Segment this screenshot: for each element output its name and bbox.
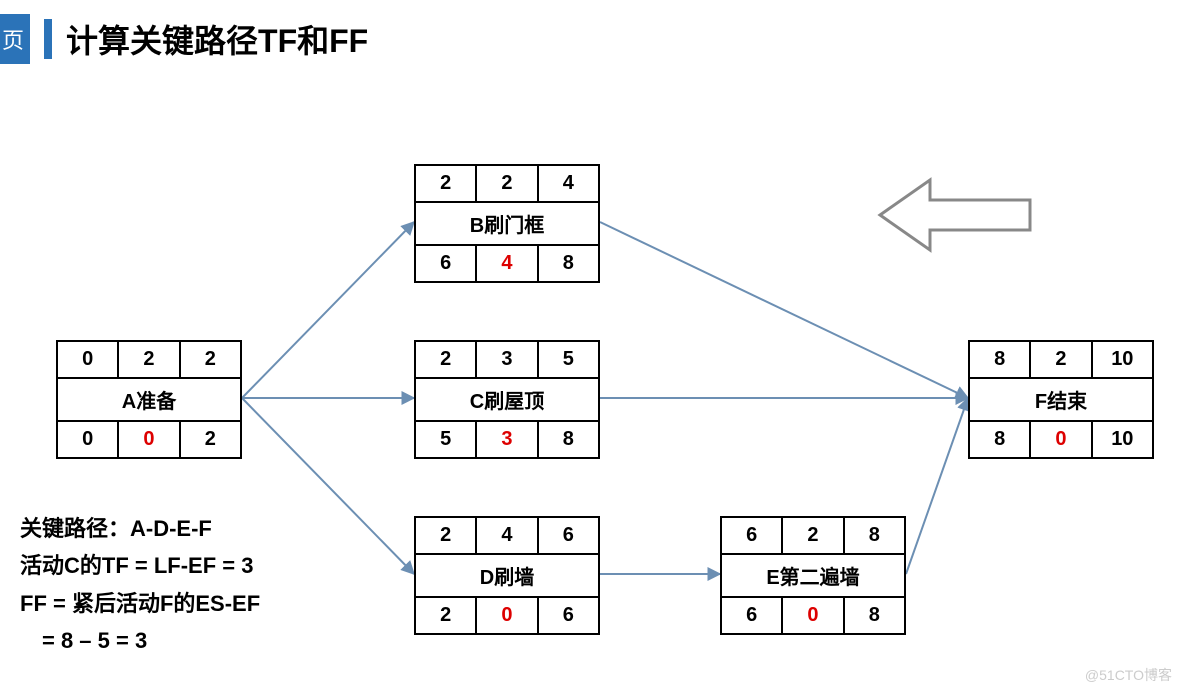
activity-name: E第二遍墙 — [722, 553, 904, 598]
cell: 2 — [477, 166, 538, 201]
back-arrow-icon — [880, 180, 1030, 250]
edge-E-F — [906, 398, 968, 574]
cell: 0 — [477, 598, 538, 633]
node-F: 8210F结束8010 — [968, 340, 1154, 459]
note-critical-path: 关键路径：A-D-E-F — [20, 510, 260, 547]
cell: 2 — [119, 342, 180, 377]
note-ff-1: FF = 紧后活动F的ES-EF — [20, 585, 260, 622]
cell: 10 — [1093, 422, 1152, 457]
cell: 5 — [539, 342, 598, 377]
note-tf: 活动C的TF = LF-EF = 3 — [20, 547, 260, 584]
cell: 4 — [477, 518, 538, 553]
cell: 6 — [416, 246, 477, 281]
cell: 2 — [1031, 342, 1092, 377]
note-ff-2: = 8 – 5 = 3 — [20, 622, 260, 659]
activity-name: C刷屋顶 — [416, 377, 598, 422]
activity-name: D刷墙 — [416, 553, 598, 598]
cell: 8 — [539, 422, 598, 457]
cell: 0 — [58, 342, 119, 377]
node-E: 628E第二遍墙608 — [720, 516, 906, 635]
cell: 3 — [477, 422, 538, 457]
cell: 0 — [783, 598, 844, 633]
node-D: 246D刷墙206 — [414, 516, 600, 635]
cell: 2 — [181, 342, 240, 377]
activity-name: F结束 — [970, 377, 1152, 422]
cell: 6 — [722, 598, 783, 633]
activity-name: A准备 — [58, 377, 240, 422]
edge-A-B — [242, 222, 414, 398]
cell: 6 — [539, 598, 598, 633]
watermark: @51CTO博客 — [1085, 665, 1172, 685]
node-A: 022A准备002 — [56, 340, 242, 459]
cell: 0 — [58, 422, 119, 457]
cell: 2 — [416, 598, 477, 633]
cell: 2 — [181, 422, 240, 457]
cell: 2 — [416, 342, 477, 377]
cell: 6 — [539, 518, 598, 553]
notes-block: 关键路径：A-D-E-F 活动C的TF = LF-EF = 3 FF = 紧后活… — [20, 510, 260, 660]
cell: 5 — [416, 422, 477, 457]
node-B: 224B刷门框648 — [414, 164, 600, 283]
cell: 8 — [845, 518, 904, 553]
cell: 0 — [119, 422, 180, 457]
activity-name: B刷门框 — [416, 201, 598, 246]
cell: 4 — [477, 246, 538, 281]
cell: 8 — [539, 246, 598, 281]
cell: 8 — [970, 422, 1031, 457]
cell: 3 — [477, 342, 538, 377]
cell: 6 — [722, 518, 783, 553]
cell: 8 — [845, 598, 904, 633]
cell: 2 — [416, 166, 477, 201]
edge-B-F — [600, 222, 968, 398]
cell: 2 — [783, 518, 844, 553]
edge-A-D — [242, 398, 414, 574]
cell: 4 — [539, 166, 598, 201]
cell: 8 — [970, 342, 1031, 377]
cell: 10 — [1093, 342, 1152, 377]
cell: 2 — [416, 518, 477, 553]
cell: 0 — [1031, 422, 1092, 457]
node-C: 235C刷屋顶538 — [414, 340, 600, 459]
